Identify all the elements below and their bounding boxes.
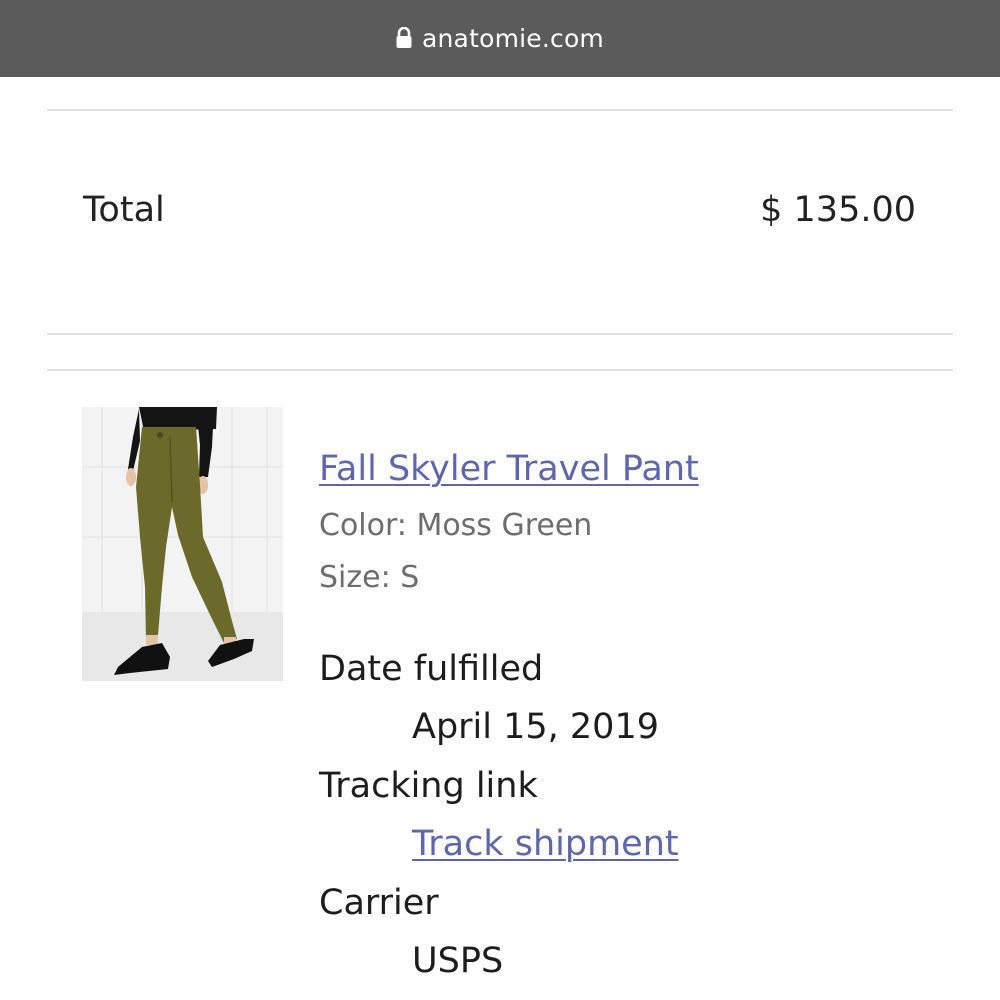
date-fulfilled-value: April 15, 2019	[412, 707, 659, 747]
product-photo	[82, 407, 283, 681]
product-image[interactable]	[82, 407, 283, 681]
tracking-link-label: Tracking link	[319, 766, 538, 806]
order-total-value: $ 135.00	[760, 190, 916, 230]
product-size: Size: S	[319, 560, 420, 595]
browser-domain: anatomie.com	[421, 24, 604, 53]
browser-address-bar[interactable]: anatomie.com	[0, 0, 1000, 77]
lock-icon	[396, 26, 412, 48]
date-fulfilled-label: Date fulfilled	[319, 649, 544, 689]
carrier-value: USPS	[412, 941, 504, 981]
divider	[47, 109, 953, 111]
product-name-link[interactable]: Fall Skyler Travel Pant	[319, 449, 699, 489]
carrier-label: Carrier	[319, 883, 439, 923]
divider	[47, 333, 953, 335]
track-shipment-link[interactable]: Track shipment	[412, 824, 679, 864]
divider	[47, 369, 953, 371]
product-color: Color: Moss Green	[319, 508, 593, 543]
order-total-label: Total	[83, 190, 165, 230]
